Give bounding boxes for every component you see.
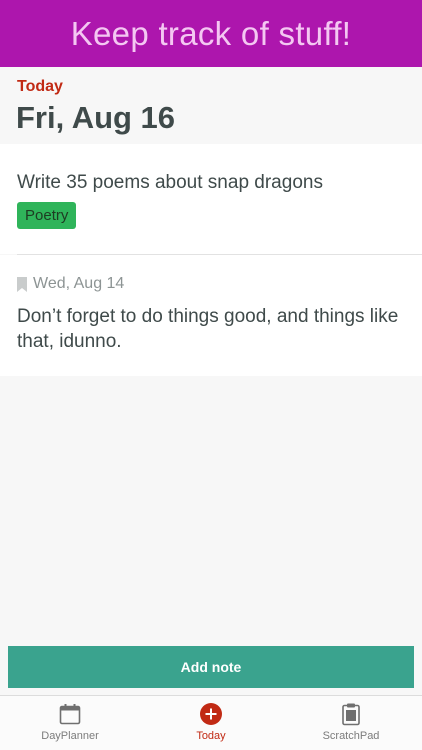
tag-badge[interactable]: Poetry [17, 202, 77, 229]
bookmark-icon [17, 276, 27, 292]
note-card[interactable]: Wed, Aug 14 Don’t forget to do things go… [0, 255, 422, 376]
app-banner: Keep track of stuff! [0, 0, 422, 67]
note-card[interactable]: Write 35 poems about snap dragons Poetry [0, 144, 422, 254]
calendar-icon [59, 704, 81, 725]
tab-label: DayPlanner [41, 730, 99, 742]
clipboard-icon [342, 703, 360, 726]
note-date: Wed, Aug 14 [33, 275, 125, 292]
note-text: Don’t forget to do things good, and thin… [17, 306, 399, 352]
date-header: Today Fri, Aug 16 [0, 67, 422, 144]
tab-label: Today [196, 730, 226, 742]
current-date: Fri, Aug 16 [16, 100, 176, 135]
plus-circle-icon [200, 703, 222, 725]
tab-dayplanner[interactable]: DayPlanner [0, 696, 140, 750]
tab-today[interactable]: Today [141, 696, 281, 750]
banner-title: Keep track of stuff! [70, 14, 352, 52]
add-note-button[interactable]: Add note [8, 646, 414, 688]
tab-label: ScratchPad [322, 730, 380, 742]
today-label: Today [17, 78, 63, 95]
tab-scratchpad[interactable]: ScratchPad [281, 696, 421, 750]
tab-bar: DayPlanner Today ScratchPad [0, 695, 422, 750]
note-meta: Wed, Aug 14 [17, 275, 124, 293]
note-text: Write 35 poems about snap dragons [17, 172, 323, 193]
